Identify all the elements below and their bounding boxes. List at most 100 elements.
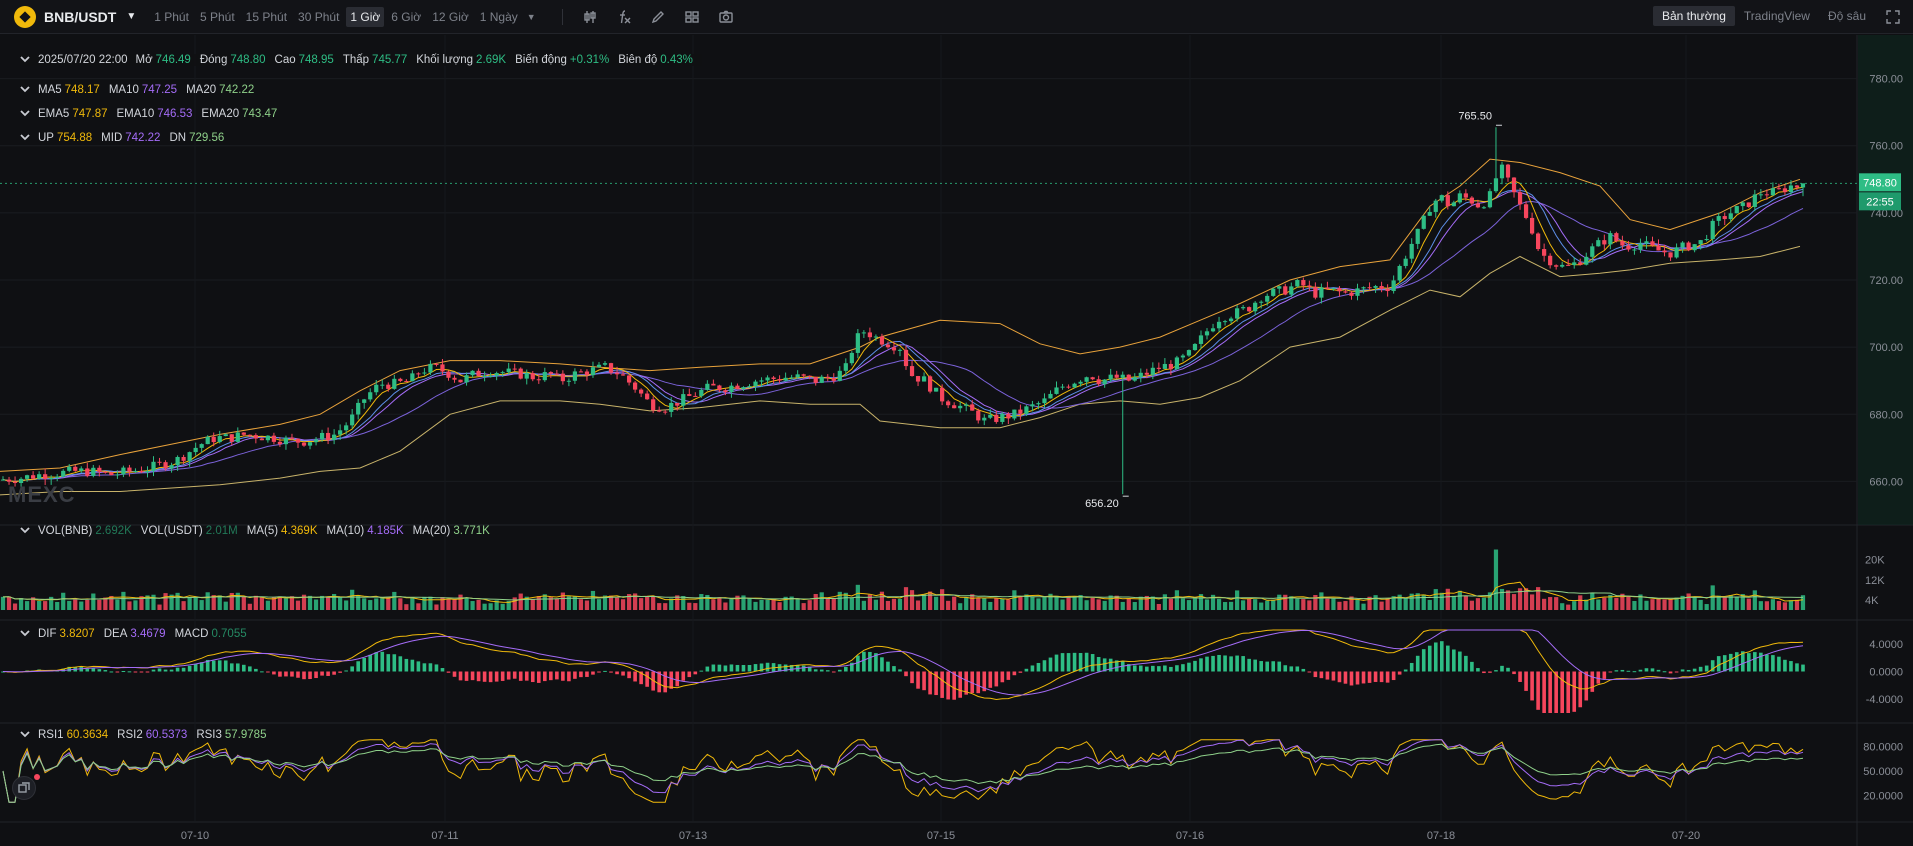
interval-0[interactable]: 1 Phút	[150, 7, 193, 27]
chevron-down-icon[interactable]	[20, 54, 32, 66]
view-0[interactable]: Bản thường	[1652, 6, 1735, 26]
candle-body	[1024, 406, 1029, 414]
candle-body	[572, 371, 578, 381]
macd-histogram-bar	[103, 670, 108, 672]
macd-histogram-bar	[609, 671, 613, 673]
volume-bar	[1782, 602, 1788, 610]
macd-histogram-bar	[1211, 655, 1215, 672]
volume-bar	[861, 600, 866, 610]
interval-2[interactable]: 15 Phút	[242, 7, 291, 27]
boll-dn-value: 729.56	[189, 132, 225, 144]
candle-body	[67, 466, 72, 471]
candle-body	[855, 333, 860, 353]
macd-histogram-bar	[819, 669, 824, 672]
chevron-down-icon[interactable]	[20, 132, 32, 144]
candle-body	[151, 461, 156, 471]
fullscreen-icon[interactable]	[1885, 9, 1901, 25]
view-2[interactable]: Độ sâu	[1819, 6, 1875, 26]
volume-bar	[392, 591, 397, 610]
volume-bar	[982, 597, 987, 610]
macd-histogram-bar	[1024, 668, 1029, 672]
price-chart[interactable]: 780.00760.00740.00720.00700.00680.00660.…	[0, 35, 1913, 846]
macd-histogram-bar	[1241, 656, 1245, 672]
macd-histogram-bar	[380, 651, 385, 672]
chevron-down-icon[interactable]	[20, 729, 32, 741]
interval-4[interactable]: 1 Giờ	[346, 6, 385, 27]
volume-bar	[1686, 593, 1691, 610]
candle-body	[1734, 206, 1739, 214]
chevron-down-icon[interactable]	[20, 628, 32, 640]
volume-bar	[542, 594, 547, 610]
interval-1[interactable]: 5 Phút	[196, 7, 239, 27]
candle-body	[1752, 194, 1757, 207]
volume-bar	[1752, 590, 1757, 610]
indicator-fx-icon[interactable]	[614, 7, 634, 27]
candle-body	[434, 363, 439, 365]
camera-icon[interactable]	[716, 7, 736, 27]
interval-3[interactable]: 30 Phút	[294, 7, 343, 27]
macd-histogram-bar	[181, 667, 186, 672]
chevron-down-icon[interactable]	[20, 84, 32, 96]
candle-body	[470, 370, 475, 376]
time-tick-label: 07-20	[1672, 830, 1700, 842]
symbol-dropdown-icon[interactable]: ▼	[126, 11, 136, 22]
volume-bar	[825, 598, 830, 610]
volume-bar	[277, 596, 283, 610]
navigation-button[interactable]	[12, 776, 36, 800]
macd-histogram-bar	[115, 671, 120, 673]
macd-histogram-bar	[831, 671, 836, 673]
candle-body	[500, 372, 505, 374]
candle-body	[1150, 367, 1155, 375]
macd-histogram-bar	[1084, 652, 1089, 672]
candle-body	[669, 402, 674, 412]
interval-5[interactable]: 6 Giờ	[387, 7, 425, 27]
macd-histogram-bar	[1277, 661, 1282, 672]
volume-bar	[12, 603, 18, 610]
volume-bar	[1337, 601, 1342, 610]
rsi-tick-label: 20.0000	[1863, 791, 1903, 803]
volume-bar	[1373, 595, 1378, 610]
volume-bar	[6, 596, 12, 610]
draw-pen-icon[interactable]	[648, 7, 668, 27]
macd-histogram-bar	[151, 669, 156, 672]
candle-body	[1439, 195, 1444, 201]
volume-bar	[1186, 600, 1192, 610]
candle-body	[940, 387, 945, 402]
candle-body	[97, 467, 102, 472]
ma5-label: MA5	[38, 84, 62, 96]
layout-grid-icon[interactable]	[682, 7, 702, 27]
macd-histogram-bar	[1494, 670, 1498, 672]
interval-6[interactable]: 12 Giờ	[428, 7, 473, 27]
macd-histogram-bar	[976, 671, 981, 694]
volume-bar	[909, 590, 915, 610]
candle-body	[946, 401, 951, 406]
interval-more-icon[interactable]: ▼	[527, 12, 536, 22]
volume-bar	[265, 600, 270, 610]
candle-body	[157, 461, 162, 463]
volume-bar	[482, 603, 487, 610]
macd-histogram-bar	[1662, 671, 1667, 673]
macd-histogram-bar	[1409, 662, 1414, 672]
macd-histogram-bar	[1680, 669, 1685, 672]
chevron-down-icon[interactable]	[20, 108, 32, 120]
volume-bar	[554, 598, 559, 610]
candle-body	[813, 376, 818, 383]
candle-body	[885, 344, 891, 348]
candle-body	[1138, 372, 1143, 378]
low-value: 745.77	[372, 54, 408, 66]
view-1[interactable]: TradingView	[1735, 6, 1819, 26]
symbol-name[interactable]: BNB/USDT	[44, 9, 116, 25]
candle-type-icon[interactable]	[580, 7, 600, 27]
macd-histogram-bar	[1331, 671, 1336, 681]
macd-histogram-bar	[928, 671, 932, 695]
candle-body	[693, 395, 698, 397]
candle-body	[663, 411, 668, 413]
interval-7[interactable]: 1 Ngày	[476, 7, 522, 27]
macd-histogram-bar	[1102, 658, 1107, 672]
chevron-down-icon[interactable]	[20, 525, 32, 537]
candle-body	[699, 389, 704, 397]
candle-body	[1758, 194, 1763, 196]
macd-histogram-bar	[1151, 665, 1155, 672]
macd-histogram-bar	[320, 671, 324, 676]
macd-histogram-bar	[1193, 660, 1197, 672]
